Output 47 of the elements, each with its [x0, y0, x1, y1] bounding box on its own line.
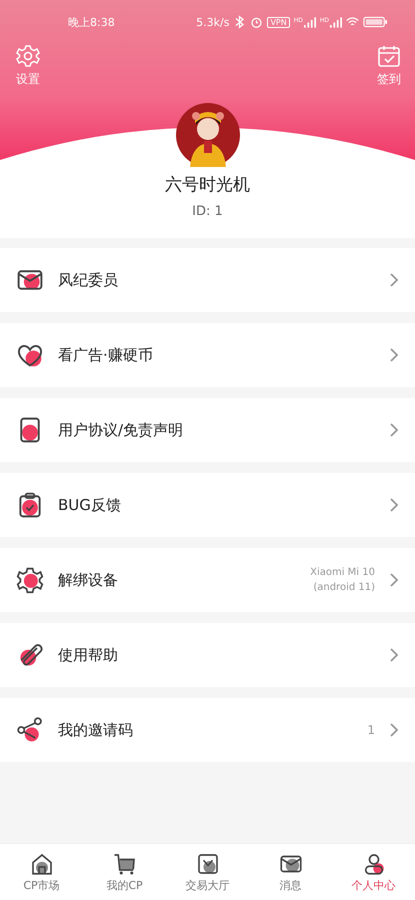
menu-item[interactable]: BUG反馈 [0, 473, 415, 537]
menu-item[interactable]: 用户协议/免责声明 [0, 398, 415, 462]
chevron-right-icon [389, 497, 399, 513]
user-id: ID: 1 [192, 204, 223, 219]
chevron-right-icon [389, 572, 399, 588]
battery-icon [363, 16, 387, 28]
picture-frame-icon [196, 852, 220, 876]
user-name: 六号时光机 [165, 174, 250, 196]
chevron-right-icon [389, 647, 399, 663]
signal-icon [304, 16, 316, 28]
signal-icon [330, 16, 342, 28]
tab-item[interactable]: 我的CP [83, 844, 166, 900]
menu-item[interactable]: 使用帮助 [0, 623, 415, 687]
device-info: (android 11) [313, 582, 375, 593]
menu-label: 用户协议/免责声明 [58, 420, 184, 440]
device-info: Xiaomi Mi 10 [310, 567, 375, 578]
settings-icon [16, 44, 40, 68]
menu-label: 我的邀请码 [58, 720, 134, 740]
status-time: 晚上8:38 [68, 14, 115, 30]
menu-label: 看广告·赚硬币 [58, 346, 154, 364]
settings-icon [16, 566, 44, 594]
menu-item[interactable]: 我的邀请码 1 [0, 698, 415, 762]
house-icon [30, 852, 54, 876]
network-speed: 5.3k/s [196, 16, 230, 28]
tab-item[interactable]: 交易大厅 [166, 844, 249, 900]
tab-item[interactable]: 消息 [249, 844, 332, 900]
tab-item[interactable]: CP市场 [0, 844, 83, 900]
menu-item[interactable]: 看广告·赚硬币 [0, 323, 415, 387]
avatar [176, 103, 240, 167]
chevron-right-icon [389, 272, 399, 288]
menu-label: BUG反馈 [58, 496, 122, 514]
vpn-badge: VPN [267, 16, 290, 28]
tab-item[interactable]: 个人中心 [332, 844, 415, 900]
chevron-right-icon [389, 422, 399, 438]
calendar-check-icon [377, 44, 401, 68]
menu-item[interactable]: 风纪委员 [0, 248, 415, 312]
invite-count: 1 [367, 723, 375, 737]
menu-label: 解绑设备 [58, 570, 119, 590]
menu-label: 使用帮助 [58, 646, 119, 664]
menu-label: 风纪委员 [58, 270, 119, 290]
chevron-right-icon [389, 722, 399, 738]
chevron-right-icon [389, 347, 399, 363]
cart-icon [112, 852, 136, 876]
bluetooth-icon [233, 15, 246, 29]
alarm-icon [250, 15, 264, 29]
menu-item[interactable]: 解绑设备 Xiaomi Mi 10 (android 11) [0, 548, 415, 612]
share-icon [16, 716, 44, 744]
